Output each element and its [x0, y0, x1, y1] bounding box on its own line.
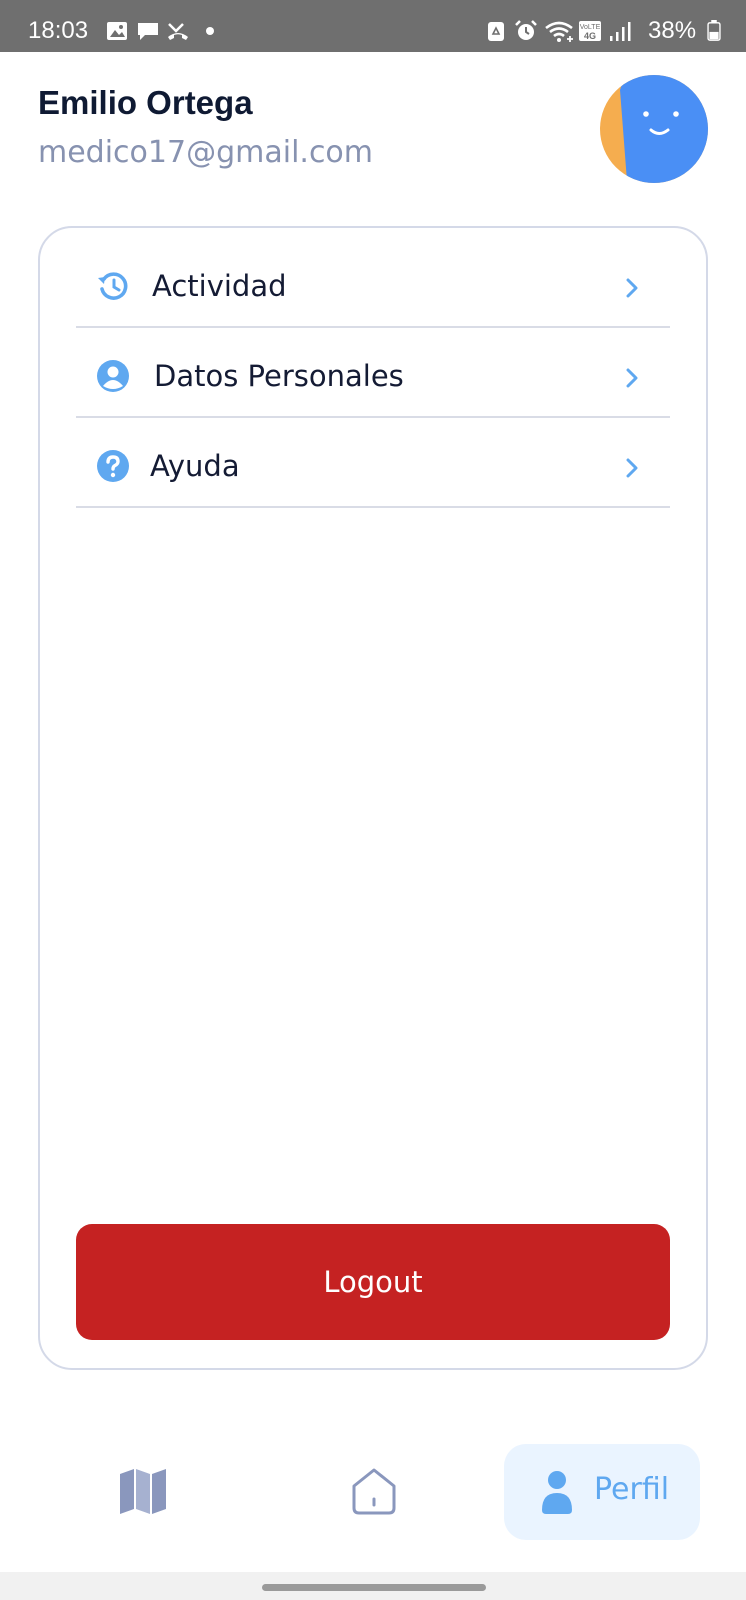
menu-item-label: Datos Personales [154, 359, 404, 393]
alarm-icon [515, 20, 537, 40]
help-icon [97, 450, 129, 482]
missed-call-icon [168, 23, 188, 40]
logout-button[interactable]: Logout [76, 1224, 670, 1340]
gesture-handle[interactable] [262, 1584, 486, 1591]
nav-perfil-label: Perfil [594, 1472, 670, 1507]
dot-icon [206, 27, 214, 35]
chevron-right-icon [626, 368, 638, 388]
nav-map-icon[interactable] [118, 1468, 168, 1516]
svg-text:VoLTE: VoLTE [580, 24, 601, 31]
history-icon [98, 272, 128, 300]
status-bar: 18:03 VoLTE 4G 38% [0, 0, 746, 52]
nav-perfil-tab[interactable]: Perfil [504, 1444, 700, 1540]
profile-menu-card: Actividad Datos Personales Ayuda Logout [38, 226, 708, 1370]
nav-home-icon[interactable] [350, 1466, 398, 1516]
gallery-icon [107, 22, 127, 40]
volte-4g-icon: VoLTE 4G [579, 21, 601, 41]
wifi-icon [545, 21, 573, 42]
menu-item-label: Ayuda [150, 449, 240, 483]
menu-item-actividad[interactable]: Actividad [76, 236, 670, 328]
chevron-right-icon [626, 458, 638, 478]
status-time: 18:03 [28, 17, 89, 44]
account-circle-icon [97, 360, 129, 392]
recycle-icon [488, 22, 504, 41]
menu-item-label: Actividad [152, 269, 287, 303]
chevron-right-icon [626, 278, 638, 298]
svg-text:4G: 4G [584, 31, 596, 41]
menu-item-ayuda[interactable]: Ayuda [76, 416, 670, 508]
person-icon [542, 1471, 572, 1514]
profile-name: Emilio Ortega [38, 84, 253, 121]
menu-item-datos-personales[interactable]: Datos Personales [76, 326, 670, 418]
battery-percent: 38% [648, 17, 697, 44]
chat-icon [138, 23, 158, 40]
profile-email: medico17@gmail.com [38, 135, 374, 170]
battery-icon [707, 20, 721, 41]
signal-icon [610, 22, 631, 41]
avatar[interactable] [598, 74, 710, 184]
